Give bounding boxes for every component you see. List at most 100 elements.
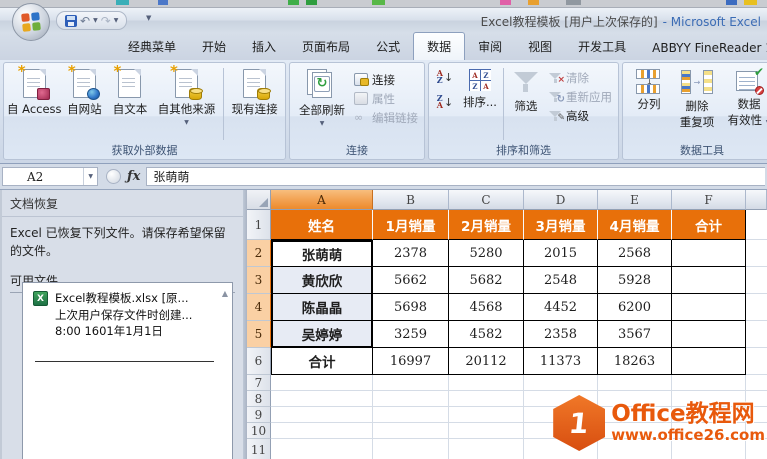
edit-links-button[interactable]: ∞ 编辑链接 bbox=[351, 108, 421, 127]
cell-g2[interactable] bbox=[746, 240, 767, 267]
cell-g1[interactable] bbox=[746, 210, 767, 240]
cell-c8[interactable] bbox=[449, 391, 524, 407]
cell-c7[interactable] bbox=[449, 375, 524, 391]
row-header-2[interactable]: 2 bbox=[247, 240, 271, 267]
cell-b5[interactable]: 3259 bbox=[373, 321, 449, 348]
column-header-f[interactable]: F bbox=[672, 190, 746, 210]
column-header-a[interactable]: A bbox=[271, 190, 373, 210]
cell-b2[interactable]: 2378 bbox=[373, 240, 449, 267]
sort-ascending-button[interactable]: AZ ↓ bbox=[432, 66, 458, 88]
row-header-9[interactable]: 9 bbox=[247, 407, 271, 423]
cell-e5[interactable]: 3567 bbox=[598, 321, 672, 348]
row-header-7[interactable]: 7 bbox=[247, 375, 271, 391]
cell-e1[interactable]: 4月销量 bbox=[598, 210, 672, 240]
cell-d4[interactable]: 4452 bbox=[524, 294, 598, 321]
cell-f3[interactable] bbox=[672, 267, 746, 294]
cell-e6[interactable]: 18263 bbox=[598, 348, 672, 375]
cell-a1[interactable]: 姓名 bbox=[271, 210, 373, 240]
cell-b1[interactable]: 1月销量 bbox=[373, 210, 449, 240]
cell-a4[interactable]: 陈晶晶 bbox=[271, 294, 373, 321]
name-box-dropdown-icon[interactable]: ▼ bbox=[83, 168, 97, 185]
formula-input[interactable]: 张萌萌 bbox=[146, 167, 765, 186]
row-header-11[interactable]: 11 bbox=[247, 439, 271, 459]
column-header-c[interactable]: C bbox=[449, 190, 524, 210]
office-button[interactable] bbox=[12, 3, 50, 41]
cell-c2[interactable]: 5280 bbox=[449, 240, 524, 267]
tab-data[interactable]: 数据 bbox=[413, 32, 465, 60]
cell-d1[interactable]: 3月销量 bbox=[524, 210, 598, 240]
insert-function-icon[interactable]: ƒx bbox=[127, 169, 140, 184]
from-other-sources-button[interactable]: * 自其他来源 ▼ bbox=[153, 66, 221, 126]
cell-g6[interactable] bbox=[746, 348, 767, 375]
row-header-4[interactable]: 4 bbox=[247, 294, 271, 321]
connections-button[interactable]: 连接 bbox=[351, 70, 421, 89]
cell-a11[interactable] bbox=[271, 439, 373, 459]
column-header-e[interactable]: E bbox=[598, 190, 672, 210]
tab-view[interactable]: 视图 bbox=[515, 33, 565, 60]
from-text-button[interactable]: * 自文本 bbox=[107, 66, 153, 117]
cell-b3[interactable]: 5662 bbox=[373, 267, 449, 294]
filter-button[interactable]: 筛选 bbox=[507, 66, 545, 114]
cell-f6[interactable] bbox=[672, 348, 746, 375]
remove-duplicates-button[interactable]: → 删除 重复项 bbox=[672, 66, 722, 130]
cell-c9[interactable] bbox=[449, 407, 524, 423]
cell-c5[interactable]: 4582 bbox=[449, 321, 524, 348]
cell-d3[interactable]: 2548 bbox=[524, 267, 598, 294]
column-header-g-partial[interactable] bbox=[746, 190, 767, 210]
scroll-up-icon[interactable]: ▲ bbox=[222, 289, 228, 298]
cell-d2[interactable]: 2015 bbox=[524, 240, 598, 267]
redo-icon[interactable]: ↷ bbox=[101, 15, 111, 27]
cell-g3[interactable] bbox=[746, 267, 767, 294]
cell-c1[interactable]: 2月销量 bbox=[449, 210, 524, 240]
advanced-filter-button[interactable]: ✎ 高级 bbox=[545, 106, 615, 125]
sort-descending-button[interactable]: ZA ↓ bbox=[432, 91, 458, 113]
cell-a2-active[interactable]: 张萌萌 bbox=[271, 240, 373, 267]
cell-e4[interactable]: 6200 bbox=[598, 294, 672, 321]
cell-c10[interactable] bbox=[449, 423, 524, 439]
cell-b11[interactable] bbox=[373, 439, 449, 459]
cell-f7[interactable] bbox=[672, 375, 746, 391]
formula-bar-button[interactable] bbox=[106, 169, 121, 184]
tab-home[interactable]: 开始 bbox=[189, 33, 239, 60]
row-header-6[interactable]: 6 bbox=[247, 348, 271, 375]
undo-icon[interactable]: ↶ bbox=[80, 15, 90, 27]
cell-c4[interactable]: 4568 bbox=[449, 294, 524, 321]
refresh-all-button[interactable]: ↻ 全部刷新 ▼ bbox=[293, 66, 351, 127]
customize-qat-icon[interactable]: ▼ bbox=[146, 14, 151, 22]
cell-e3[interactable]: 5928 bbox=[598, 267, 672, 294]
data-validation-button[interactable]: ✔ 数据 有效性 ▼ bbox=[722, 66, 767, 128]
undo-dropdown-icon[interactable]: ▼ bbox=[93, 17, 98, 24]
cell-b9[interactable] bbox=[373, 407, 449, 423]
properties-button[interactable]: 属性 bbox=[351, 89, 421, 108]
cell-g4[interactable] bbox=[746, 294, 767, 321]
cell-a5[interactable]: 吴婷婷 bbox=[271, 321, 373, 348]
cell-a7[interactable] bbox=[271, 375, 373, 391]
cell-a9[interactable] bbox=[271, 407, 373, 423]
row-header-3[interactable]: 3 bbox=[247, 267, 271, 294]
cell-b6[interactable]: 16997 bbox=[373, 348, 449, 375]
tab-page-layout[interactable]: 页面布局 bbox=[289, 33, 363, 60]
cell-g5[interactable] bbox=[746, 321, 767, 348]
cell-e7[interactable] bbox=[598, 375, 672, 391]
row-header-10[interactable]: 10 bbox=[247, 423, 271, 439]
cell-e2[interactable]: 2568 bbox=[598, 240, 672, 267]
cell-g7[interactable] bbox=[746, 375, 767, 391]
cell-d7[interactable] bbox=[524, 375, 598, 391]
tab-classic-menu[interactable]: 经典菜单 bbox=[115, 33, 189, 60]
cell-b7[interactable] bbox=[373, 375, 449, 391]
cell-b8[interactable] bbox=[373, 391, 449, 407]
row-header-1[interactable]: 1 bbox=[247, 210, 271, 240]
cell-c6[interactable]: 20112 bbox=[449, 348, 524, 375]
column-header-b[interactable]: B bbox=[373, 190, 449, 210]
select-all-corner[interactable] bbox=[247, 190, 271, 210]
row-header-5[interactable]: 5 bbox=[247, 321, 271, 348]
reapply-button[interactable]: ↻ 重新应用 bbox=[545, 87, 615, 106]
cell-b4[interactable]: 5698 bbox=[373, 294, 449, 321]
cell-a6[interactable]: 合计 bbox=[271, 348, 373, 375]
redo-dropdown-icon[interactable]: ▼ bbox=[114, 17, 119, 24]
cell-f1[interactable]: 合计 bbox=[672, 210, 746, 240]
tab-insert[interactable]: 插入 bbox=[239, 33, 289, 60]
existing-connections-button[interactable]: 现有连接 bbox=[227, 66, 282, 117]
row-header-8[interactable]: 8 bbox=[247, 391, 271, 407]
cell-d6[interactable]: 11373 bbox=[524, 348, 598, 375]
